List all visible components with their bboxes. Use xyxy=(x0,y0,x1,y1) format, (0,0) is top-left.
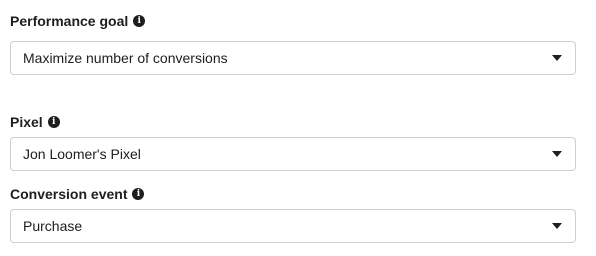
chevron-down-icon xyxy=(552,151,562,157)
conversion-event-select[interactable]: Purchase xyxy=(10,209,576,243)
chevron-down-icon xyxy=(552,55,562,61)
performance-goal-label: Performance goal i xyxy=(10,13,146,29)
performance-goal-value: Maximize number of conversions xyxy=(23,50,228,66)
conversion-event-label: Conversion event i xyxy=(10,186,145,202)
pixel-label-text: Pixel xyxy=(10,114,43,130)
pixel-value: Jon Loomer's Pixel xyxy=(23,146,141,162)
info-icon[interactable]: i xyxy=(47,116,60,128)
info-icon[interactable]: i xyxy=(133,15,146,27)
pixel-select[interactable]: Jon Loomer's Pixel xyxy=(10,137,576,171)
performance-goal-select[interactable]: Maximize number of conversions xyxy=(10,41,576,75)
conversion-event-label-text: Conversion event xyxy=(10,186,128,202)
info-icon[interactable]: i xyxy=(132,188,145,200)
conversion-event-value: Purchase xyxy=(23,218,83,234)
pixel-label: Pixel i xyxy=(10,114,60,130)
performance-goal-label-text: Performance goal xyxy=(10,13,129,29)
chevron-down-icon xyxy=(552,223,562,229)
